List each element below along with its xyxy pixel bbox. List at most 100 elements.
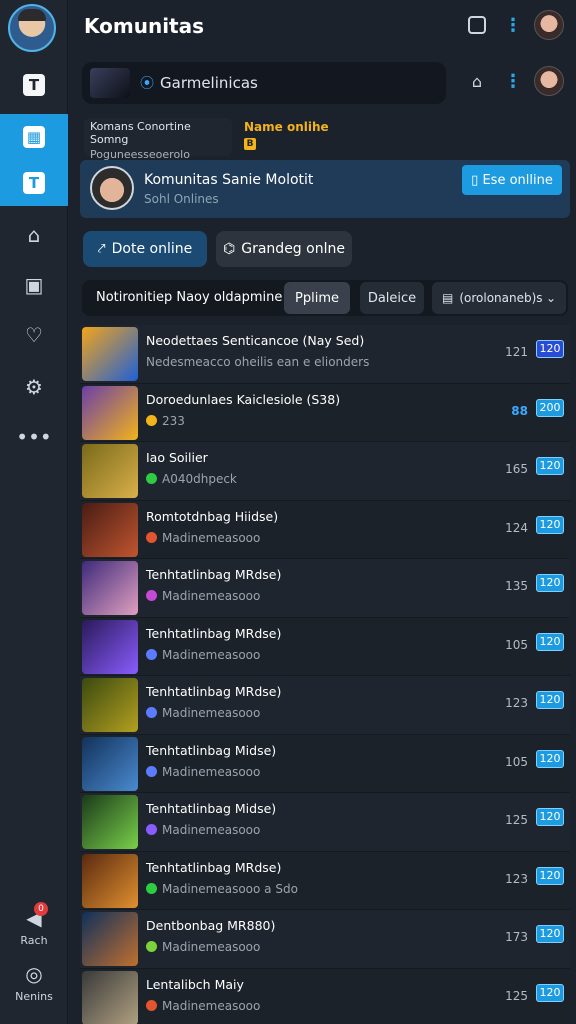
sidebar-item-settings[interactable]: ⚙: [0, 364, 68, 410]
tab-other[interactable]: Daleice: [360, 282, 424, 314]
sidebar-item-home[interactable]: ⌂: [0, 212, 68, 258]
game-badge[interactable]: 120: [536, 574, 564, 592]
game-badge[interactable]: 120: [536, 457, 564, 475]
status-dot-icon: [146, 824, 157, 835]
list-item[interactable]: Tenhtatlinbag MRdse) Madinemeasooo 135 1…: [80, 559, 570, 618]
list-icon: ▤: [442, 291, 454, 305]
game-badge[interactable]: 120: [536, 340, 564, 358]
game-subtitle-text: Madinemeasooo: [162, 998, 261, 1013]
list-item[interactable]: Doroedunlaes Kaiclesiole (S38) 233 88 20…: [80, 383, 570, 442]
sidebar-item-grid[interactable]: ▦: [0, 114, 68, 160]
game-thumbnail: [82, 619, 138, 674]
list-item[interactable]: Iao Soilier A040dhpeck 165 120: [80, 442, 570, 501]
primary-action-button[interactable]: ⤤ Dote online: [83, 231, 207, 267]
list-item[interactable]: Dentbonbag MR880) Madinemeasooo 173 120: [80, 910, 570, 969]
game-thumbnail: [82, 327, 138, 381]
online-status: Name onlihe B: [244, 120, 329, 150]
gear-icon: ⚙: [25, 375, 43, 399]
sort-select[interactable]: ▤ (orolonaneb)s ⌄: [432, 282, 566, 314]
game-badge[interactable]: 120: [536, 632, 564, 651]
go-online-button[interactable]: ▯ Ese onlline: [462, 165, 562, 195]
door-icon: ▯: [471, 172, 479, 188]
game-thumbnail: [82, 795, 138, 849]
game-count: 125: [505, 813, 528, 827]
game-subtitle: Madinemeasooo a Sdo: [146, 882, 298, 896]
game-title: Doroedunlaes Kaiclesiole (S38): [146, 391, 341, 407]
game-count: 123: [505, 871, 528, 886]
game-subtitle-text: Madinemeasooo: [162, 764, 261, 779]
game-count: 165: [505, 462, 528, 476]
game-subtitle: Madinemeasooo: [146, 648, 260, 662]
game-badge[interactable]: 120: [536, 691, 564, 709]
game-thumbnail: [82, 385, 138, 440]
sidebar-nenins[interactable]: ◎ Nenins: [0, 962, 68, 1003]
game-thumbnail: [82, 502, 138, 557]
search-input[interactable]: [160, 74, 420, 92]
game-title: Tenhtatlinbag MRdse): [146, 625, 282, 641]
list-item[interactable]: Neodettaes Senticancoe (Nay Sed) Nedesme…: [80, 325, 570, 384]
profile-avatar[interactable]: [90, 166, 134, 210]
list-item[interactable]: Tenhtatlinbag MRdse) Madinemeasooo 123 1…: [80, 676, 570, 735]
game-thumbnail: [82, 912, 138, 966]
window-button[interactable]: [464, 12, 490, 38]
shield-icon: ♡: [25, 323, 43, 347]
profile-name: Komunitas Sanie Molotit: [144, 172, 314, 188]
list-item[interactable]: Tenhtatlinbag Midse) Madinemeasooo 125 1…: [80, 793, 570, 852]
list-item[interactable]: Tenhtatlinbag MRdse) Madinemeasooo 105 1…: [80, 617, 570, 676]
game-subtitle: A040dhpeck: [146, 472, 237, 486]
search-thumbnail: [90, 68, 130, 98]
list-item[interactable]: Tenhtatlinbag MRdse) Madinemeasooo a Sdo…: [80, 851, 570, 910]
game-badge[interactable]: 120: [536, 983, 564, 1002]
game-badge[interactable]: 200: [536, 398, 564, 417]
more-menu-button-2[interactable]: ⋮: [500, 68, 526, 94]
game-count: 121: [505, 345, 528, 359]
sidebar-item-more[interactable]: •••: [0, 414, 68, 460]
secondary-action-button[interactable]: ⌬ Grandeg onlne: [216, 231, 352, 267]
sidebar-item-shield[interactable]: ♡: [0, 312, 68, 358]
list-item[interactable]: Romtotdnbag Hiidse) Madinemeasooo 124 12…: [80, 500, 570, 559]
game-thumbnail: [82, 736, 138, 791]
game-title: Neodettaes Senticancoe (Nay Sed): [146, 333, 365, 348]
t-app-icon: T: [23, 74, 45, 96]
filter-label: Notironitiep Naoy oldapmine: [96, 290, 283, 305]
t-community-icon: T: [23, 172, 45, 194]
secondary-avatar[interactable]: [534, 66, 564, 96]
game-title: Tenhtatlinbag MRdse): [146, 859, 282, 875]
game-badge[interactable]: 120: [536, 515, 564, 534]
sidebar-item-t-app[interactable]: T: [0, 62, 68, 108]
game-badge[interactable]: 120: [536, 866, 564, 885]
filter-bar: Notironitiep Naoy oldapmine Pplime Dalei…: [82, 280, 568, 316]
sidebar-item-t-community[interactable]: T: [0, 160, 68, 206]
game-subtitle-text: Madinemeasooo: [162, 647, 261, 662]
hanger-button[interactable]: ⌂: [464, 68, 490, 94]
user-avatar[interactable]: [8, 4, 56, 52]
online-status-label: Name onlihe: [244, 120, 329, 134]
sidebar-item-window[interactable]: ▣: [0, 262, 68, 308]
header-avatar[interactable]: [534, 10, 564, 40]
list-item[interactable]: Tenhtatlinbag Midse) Madinemeasooo 105 1…: [80, 734, 570, 793]
game-subtitle-text: Madinemeasooo: [162, 589, 261, 603]
tab-selected[interactable]: Pplime: [284, 282, 350, 314]
notification-badge: 0: [34, 902, 48, 916]
game-badge[interactable]: 120: [536, 808, 564, 826]
search-bar[interactable]: ⦿: [82, 62, 446, 104]
status-dot-icon: [146, 531, 157, 543]
window-icon: ▣: [24, 273, 44, 297]
game-title: Tenhtatlinbag MRdse): [146, 684, 282, 699]
sidebar-nenins-label: Nenins: [15, 990, 53, 1003]
game-thumbnail: [82, 970, 138, 1024]
status-panel: Komans Conortine Somng Poguneesseoerolo: [84, 118, 232, 161]
game-subtitle-text: Madinemeasooo: [162, 530, 261, 545]
game-subtitle-text: Madinemeasooo: [162, 940, 261, 954]
game-count: 88: [511, 403, 528, 418]
game-badge[interactable]: 120: [536, 925, 564, 943]
game-thumbnail: [82, 678, 138, 732]
secondary-action-label: Grandeg onlne: [241, 241, 345, 257]
go-online-label: Ese onlline: [482, 172, 553, 188]
game-subtitle: 233: [146, 414, 185, 428]
list-item[interactable]: Lentalibch Maiy Madinemeasooo 125 120: [80, 968, 570, 1024]
sidebar-rach[interactable]: ◀ 0 Rach: [0, 902, 68, 947]
game-badge[interactable]: 120: [536, 749, 564, 768]
game-count: 173: [505, 930, 528, 944]
more-menu-button[interactable]: ⋮: [500, 12, 526, 38]
